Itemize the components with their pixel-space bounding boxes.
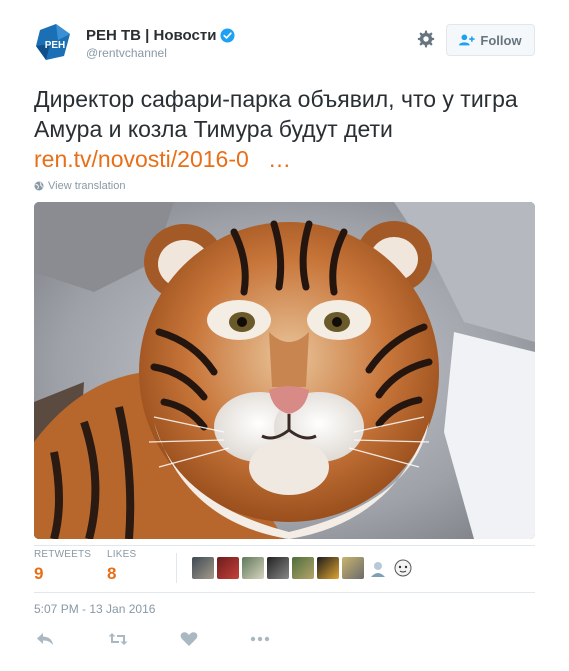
liker-avatar[interactable] bbox=[267, 557, 289, 579]
liker-avatar[interactable] bbox=[292, 557, 314, 579]
display-name[interactable]: РЕН ТВ | Новости bbox=[86, 27, 216, 44]
more-icon[interactable] bbox=[250, 631, 270, 647]
liker-avatar[interactable] bbox=[192, 557, 214, 579]
liker-avatar[interactable] bbox=[367, 557, 389, 579]
liker-avatar[interactable] bbox=[342, 557, 364, 579]
avatar-logo-text: РЕН bbox=[45, 40, 66, 51]
likes-count: 8 bbox=[107, 564, 117, 583]
liker-avatars bbox=[192, 557, 414, 579]
follow-button[interactable]: Follow bbox=[446, 24, 535, 56]
user-handle[interactable]: @rentvchannel bbox=[86, 46, 235, 60]
view-translation-link[interactable]: View translation bbox=[34, 180, 125, 192]
retweets-stat[interactable]: RETWEETS 9 bbox=[34, 549, 91, 584]
gear-icon[interactable] bbox=[417, 30, 435, 48]
divider-bottom bbox=[34, 592, 535, 593]
retweet-icon[interactable] bbox=[108, 631, 128, 647]
user-info: РЕН ТВ | Новости @rentvchannel bbox=[86, 27, 235, 60]
liker-avatar[interactable] bbox=[317, 557, 339, 579]
add-user-icon bbox=[459, 34, 475, 46]
stats-separator bbox=[176, 553, 177, 583]
retweets-label: RETWEETS bbox=[34, 549, 92, 560]
follow-label: Follow bbox=[480, 32, 522, 48]
likes-label: LIKES bbox=[107, 549, 137, 560]
tweet-header: РЕН РЕН ТВ | Новости @rentvchannel Follo… bbox=[34, 22, 535, 66]
tweet-photo[interactable] bbox=[34, 202, 535, 539]
reply-icon[interactable] bbox=[36, 631, 54, 647]
globe-icon bbox=[34, 181, 44, 191]
likes-stat[interactable]: LIKES 8 bbox=[107, 549, 136, 584]
divider-top bbox=[34, 545, 535, 546]
avatar[interactable]: РЕН bbox=[34, 22, 76, 64]
liker-avatar[interactable] bbox=[242, 557, 264, 579]
tweet-link[interactable]: ren.tv/novosti/2016-0 … bbox=[34, 144, 291, 174]
liker-avatar[interactable] bbox=[217, 557, 239, 579]
tweet-actions bbox=[34, 631, 334, 649]
liker-avatar[interactable] bbox=[392, 557, 414, 579]
verified-badge-icon bbox=[220, 28, 235, 43]
retweets-count: 9 bbox=[34, 564, 44, 583]
tweet-text: Директор сафари-парка объявил, что у тиг… bbox=[34, 86, 518, 142]
tweet-timestamp[interactable]: 5:07 PM - 13 Jan 2016 bbox=[34, 602, 155, 616]
view-translation-label: View translation bbox=[48, 180, 126, 192]
heart-icon[interactable] bbox=[180, 631, 198, 647]
